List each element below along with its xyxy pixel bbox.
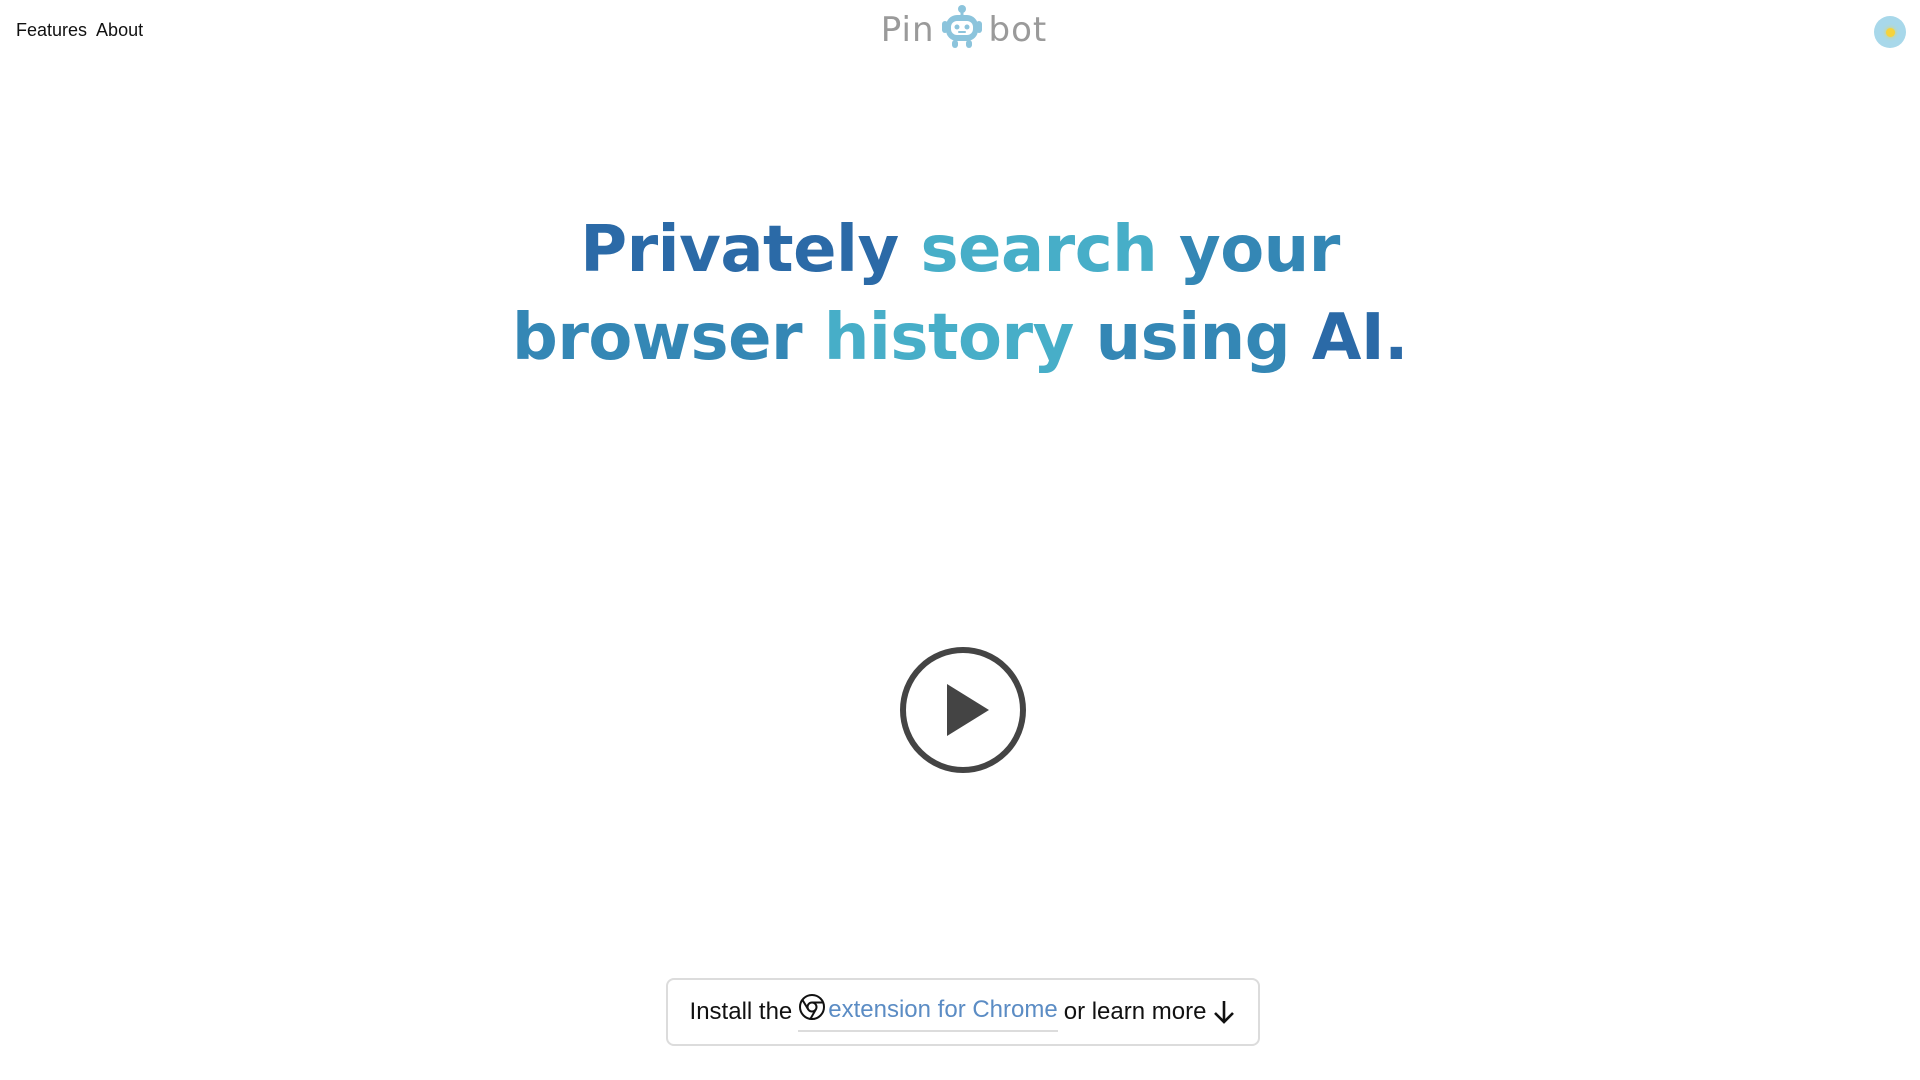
hero-word: history: [823, 301, 1074, 375]
top-nav: Features About Pin bot: [0, 0, 1920, 64]
cta-prefix: Install the: [689, 998, 793, 1025]
play-video-button[interactable]: [899, 646, 1027, 774]
chrome-extension-link-text: extension for Chrome: [828, 996, 1058, 1023]
arrow-down-icon[interactable]: [1212, 999, 1236, 1025]
sun-icon: [1885, 27, 1895, 37]
robot-icon: [939, 4, 985, 57]
play-icon: [900, 647, 1026, 773]
install-cta: Install the extension for Chrome or lear…: [666, 978, 1260, 1046]
logo[interactable]: Pin bot: [880, 2, 1046, 58]
hero-word: AI.: [1311, 301, 1409, 375]
nav-links: Features About: [16, 20, 143, 41]
hero-word: your: [1178, 213, 1340, 287]
cta-suffix: or learn more: [1063, 998, 1207, 1025]
hero-word: search: [920, 213, 1158, 287]
chrome-icon: [798, 993, 826, 1028]
theme-toggle-button[interactable]: [1874, 16, 1906, 48]
nav-link-about[interactable]: About: [96, 20, 143, 41]
logo-word-left: Pin: [880, 10, 935, 50]
hero-word: browser: [512, 301, 803, 375]
hero-word: using: [1095, 301, 1291, 375]
hero-heading: Privately search your browser history us…: [0, 206, 1920, 382]
logo-word-right: bot: [988, 10, 1048, 50]
hero-word: Privately: [580, 213, 899, 287]
chrome-extension-link[interactable]: extension for Chrome: [798, 993, 1058, 1032]
nav-link-features[interactable]: Features: [16, 20, 87, 41]
